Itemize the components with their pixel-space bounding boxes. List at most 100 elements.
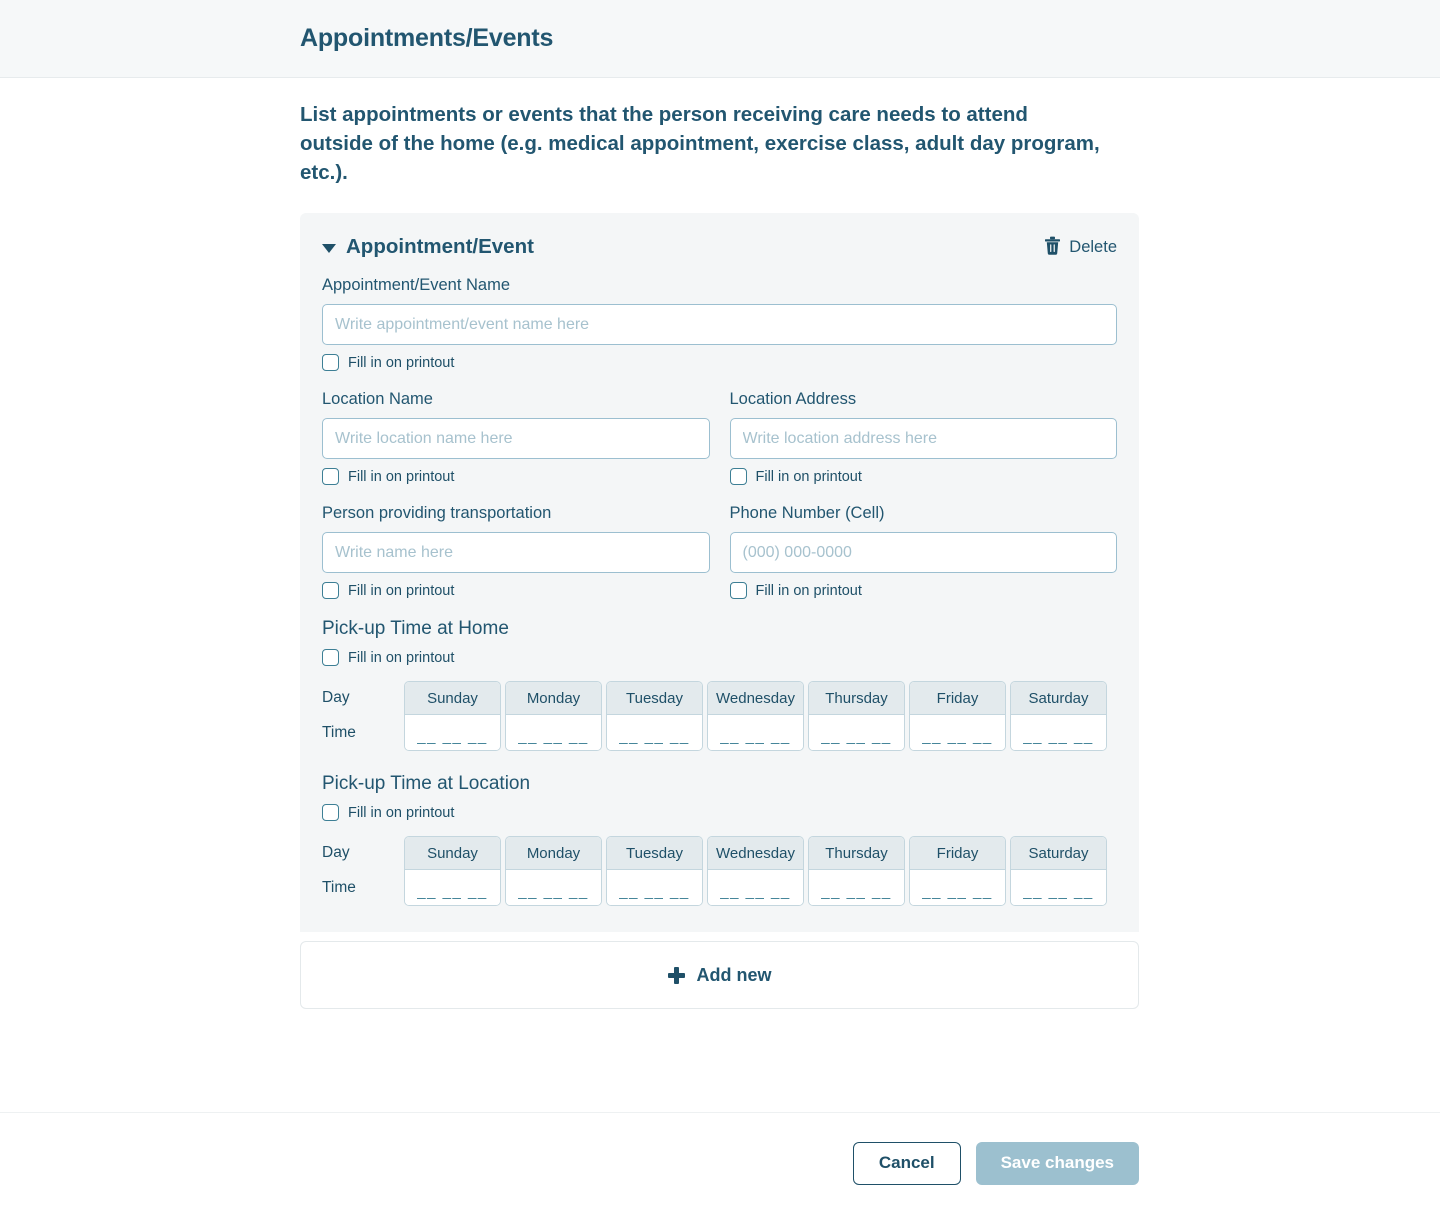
time-input-sunday[interactable]: __ __ __ bbox=[405, 870, 500, 905]
day-header: Friday bbox=[910, 837, 1005, 870]
field-transport-person: Person providing transportation Fill in … bbox=[322, 504, 710, 599]
pickup-location-printout-row[interactable]: Fill in on printout bbox=[322, 804, 1117, 821]
phone-number-label: Phone Number (Cell) bbox=[729, 504, 885, 522]
footer-bar: Cancel Save changes bbox=[0, 1112, 1440, 1213]
location-address-label: Location Address bbox=[729, 390, 857, 408]
location-address-printout-label: Fill in on printout bbox=[755, 468, 862, 485]
day-header: Monday bbox=[506, 837, 601, 870]
location-name-input[interactable] bbox=[322, 418, 710, 459]
day-column-thursday: Thursday __ __ __ bbox=[808, 681, 905, 751]
day-header: Sunday bbox=[405, 837, 500, 870]
location-address-printout-checkbox[interactable] bbox=[729, 468, 747, 485]
pickup-home-time-label: Time bbox=[322, 723, 356, 741]
save-changes-button[interactable]: Save changes bbox=[975, 1141, 1139, 1185]
pickup-home-printout-label: Fill in on printout bbox=[348, 649, 455, 666]
location-name-printout-row[interactable]: Fill in on printout bbox=[322, 468, 710, 485]
field-location-name: Location Name Fill in on printout bbox=[322, 390, 710, 485]
plus-icon bbox=[667, 966, 685, 984]
day-header: Wednesday bbox=[708, 682, 803, 715]
transport-person-input[interactable] bbox=[322, 532, 710, 573]
card-header: Appointment/Event Delete bbox=[322, 235, 1117, 259]
time-input-saturday[interactable]: __ __ __ bbox=[1011, 715, 1106, 750]
pickup-location-printout-label: Fill in on printout bbox=[348, 804, 455, 821]
add-new-label: Add new bbox=[696, 964, 772, 985]
delete-label: Delete bbox=[1069, 237, 1117, 256]
add-new-button[interactable]: Add new bbox=[300, 941, 1139, 1009]
page-title: Appointments/Events bbox=[300, 24, 554, 52]
phone-number-printout-row[interactable]: Fill in on printout bbox=[729, 582, 1118, 599]
location-name-label: Location Name bbox=[322, 390, 433, 408]
time-input-sunday[interactable]: __ __ __ bbox=[405, 715, 500, 750]
location-address-printout-row[interactable]: Fill in on printout bbox=[729, 468, 1118, 485]
day-header: Thursday bbox=[809, 837, 904, 870]
event-name-printout-row[interactable]: Fill in on printout bbox=[322, 354, 1117, 371]
pickup-home-printout-row[interactable]: Fill in on printout bbox=[322, 649, 1117, 666]
location-name-printout-label: Fill in on printout bbox=[348, 468, 455, 485]
day-column-saturday: Saturday __ __ __ bbox=[1010, 836, 1107, 906]
pickup-location-row-labels: Day Time bbox=[322, 836, 404, 906]
transport-person-printout-row[interactable]: Fill in on printout bbox=[322, 582, 710, 599]
page-body: List appointments or events that the per… bbox=[0, 78, 1440, 1112]
event-name-input[interactable] bbox=[322, 304, 1117, 345]
time-input-thursday[interactable]: __ __ __ bbox=[809, 870, 904, 905]
pickup-location-printout-checkbox[interactable] bbox=[322, 804, 339, 821]
day-header: Tuesday bbox=[607, 837, 702, 870]
time-input-tuesday[interactable]: __ __ __ bbox=[607, 715, 702, 750]
time-input-thursday[interactable]: __ __ __ bbox=[809, 715, 904, 750]
pickup-location-section: Pick-up Time at Location Fill in on prin… bbox=[322, 773, 1117, 906]
location-row: Location Name Fill in on printout Locati… bbox=[322, 390, 1117, 504]
caret-down-icon[interactable] bbox=[322, 244, 336, 253]
day-header: Sunday bbox=[405, 682, 500, 715]
time-input-friday[interactable]: __ __ __ bbox=[910, 715, 1005, 750]
card-header-left[interactable]: Appointment/Event bbox=[322, 235, 534, 259]
day-column-friday: Friday __ __ __ bbox=[909, 681, 1006, 751]
transport-person-printout-checkbox[interactable] bbox=[322, 582, 339, 599]
day-column-sunday: Sunday __ __ __ bbox=[404, 836, 501, 906]
day-header: Saturday bbox=[1011, 837, 1106, 870]
field-event-name: Appointment/Event Name Fill in on printo… bbox=[322, 276, 1117, 371]
day-column-monday: Monday __ __ __ bbox=[505, 681, 602, 751]
day-column-friday: Friday __ __ __ bbox=[909, 836, 1006, 906]
day-column-tuesday: Tuesday __ __ __ bbox=[606, 836, 703, 906]
time-input-wednesday[interactable]: __ __ __ bbox=[708, 715, 803, 750]
phone-number-input[interactable] bbox=[729, 532, 1117, 573]
event-name-printout-label: Fill in on printout bbox=[348, 354, 455, 371]
location-name-printout-checkbox[interactable] bbox=[322, 468, 339, 485]
day-column-wednesday: Wednesday __ __ __ bbox=[707, 681, 804, 751]
pickup-home-title: Pick-up Time at Home bbox=[322, 618, 509, 639]
day-header: Thursday bbox=[809, 682, 904, 715]
pickup-home-section: Pick-up Time at Home Fill in on printout… bbox=[322, 618, 1117, 751]
pickup-home-day-label: Day bbox=[322, 688, 350, 706]
pickup-home-day-columns: Sunday __ __ __ Monday __ __ __ Tuesday … bbox=[404, 681, 1107, 751]
cancel-button[interactable]: Cancel bbox=[852, 1141, 961, 1185]
pickup-home-printout-checkbox[interactable] bbox=[322, 649, 339, 666]
time-input-tuesday[interactable]: __ __ __ bbox=[607, 870, 702, 905]
day-header: Wednesday bbox=[708, 837, 803, 870]
time-input-monday[interactable]: __ __ __ bbox=[506, 870, 601, 905]
event-name-label: Appointment/Event Name bbox=[322, 276, 511, 294]
event-name-printout-checkbox[interactable] bbox=[322, 354, 339, 371]
phone-number-printout-checkbox[interactable] bbox=[729, 582, 747, 599]
day-header: Monday bbox=[506, 682, 601, 715]
day-column-saturday: Saturday __ __ __ bbox=[1010, 681, 1107, 751]
pickup-location-time-label: Time bbox=[322, 878, 356, 896]
trash-icon bbox=[1044, 236, 1061, 258]
time-input-saturday[interactable]: __ __ __ bbox=[1011, 870, 1106, 905]
time-input-friday[interactable]: __ __ __ bbox=[910, 870, 1005, 905]
pickup-location-title: Pick-up Time at Location bbox=[322, 773, 531, 794]
time-input-monday[interactable]: __ __ __ bbox=[506, 715, 601, 750]
pickup-location-day-columns: Sunday __ __ __ Monday __ __ __ Tuesday … bbox=[404, 836, 1107, 906]
transport-row: Person providing transportation Fill in … bbox=[322, 504, 1117, 618]
time-input-wednesday[interactable]: __ __ __ bbox=[708, 870, 803, 905]
pickup-location-table: Day Time Sunday __ __ __ Monday __ __ __… bbox=[322, 836, 1117, 906]
field-location-address: Location Address Fill in on printout bbox=[729, 390, 1118, 485]
day-column-tuesday: Tuesday __ __ __ bbox=[606, 681, 703, 751]
day-column-sunday: Sunday __ __ __ bbox=[404, 681, 501, 751]
intro-text: List appointments or events that the per… bbox=[300, 103, 1100, 184]
card-title: Appointment/Event bbox=[346, 235, 534, 258]
appointment-event-card: Appointment/Event Delete Appointment/Eve… bbox=[300, 213, 1139, 932]
day-header: Friday bbox=[910, 682, 1005, 715]
day-column-wednesday: Wednesday __ __ __ bbox=[707, 836, 804, 906]
delete-button[interactable]: Delete bbox=[1044, 236, 1117, 258]
location-address-input[interactable] bbox=[729, 418, 1117, 459]
